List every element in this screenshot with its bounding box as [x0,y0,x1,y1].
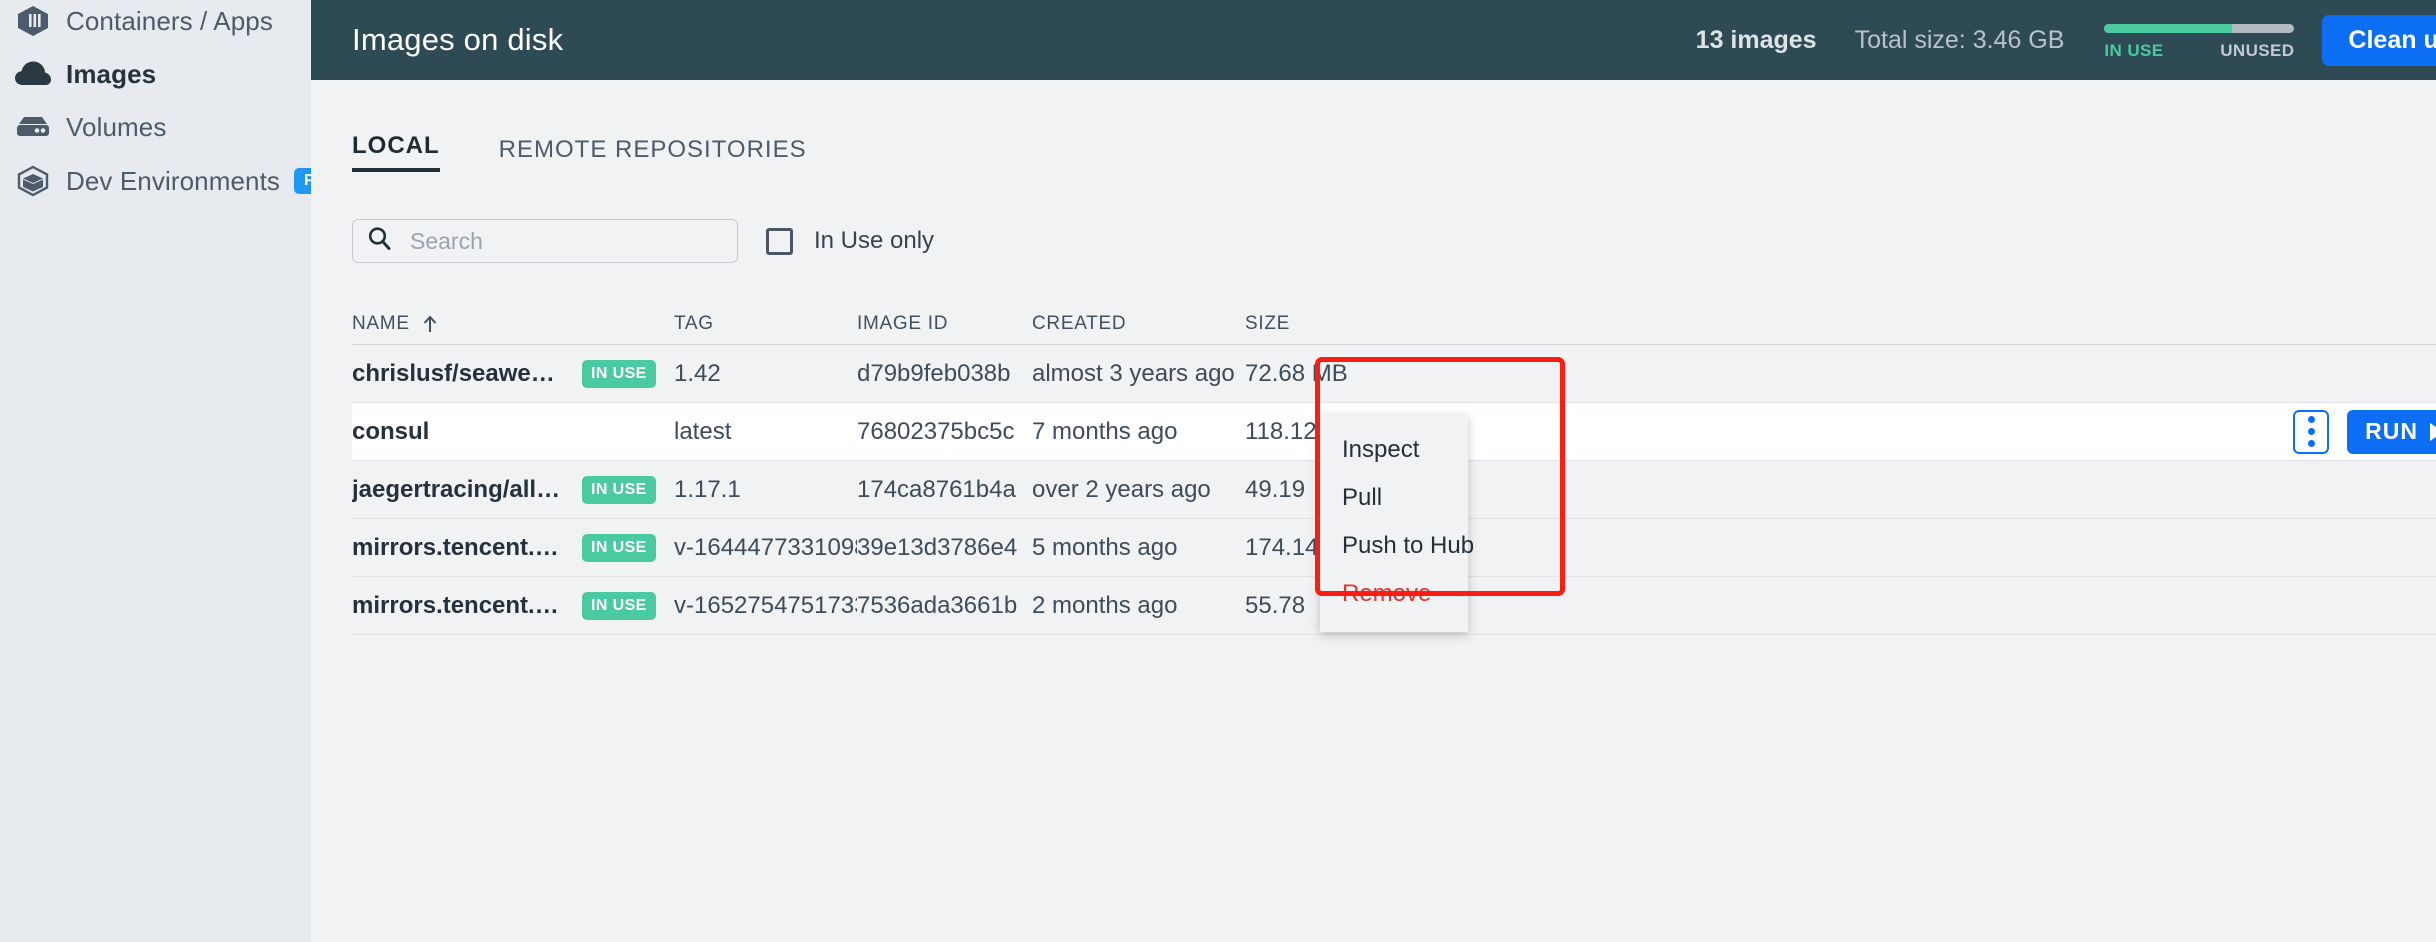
in-use-only-checkbox[interactable] [766,227,793,255]
context-menu-item-inspect[interactable]: Inspect [1320,426,1468,474]
image-name: consul [352,417,430,445]
search-box[interactable] [352,219,738,263]
cell-image-id: 39e13d3786e4 [857,533,1018,561]
page-header: Images on disk 13 images Total size: 3.4… [311,0,2436,80]
kebab-dot-icon [2307,416,2315,423]
tab-local[interactable]: LOCAL [352,132,440,172]
in-use-badge: IN USE [582,359,656,388]
in-use-badge: IN USE [582,533,656,562]
cell-created: almost 3 years ago [1032,359,1235,387]
image-name: chrislusf/seaweedfs [352,359,566,387]
image-name: mirrors.tencent.com/c... [352,591,566,619]
context-menu-item-remove[interactable]: Remove [1320,570,1468,618]
cell-name: jaegertracing/all-in-one IN USE [352,475,674,504]
cell-tag: 1.17.1 [674,475,741,503]
cell-image-id: 76802375bc5c [857,417,1015,445]
cell-created: over 2 years ago [1032,475,1211,503]
search-input[interactable] [408,226,723,256]
cell-size: 72.68 MB [1245,359,1348,387]
sidebar-item-containers-apps[interactable]: Containers / Apps [0,0,311,47]
cell-name: mirrors.tencent.com/c... IN USE [352,591,674,620]
kebab-dot-icon [2307,440,2315,447]
filter-bar: In Use only [352,219,2436,263]
usage-legend: IN USE UNUSED [2104,41,2294,61]
table-header-row: NAME TAG IMAGE ID CREATED SIZE [352,303,2436,345]
clean-up-button[interactable]: Clean up [2322,14,2436,66]
cell-name: consul [352,418,674,446]
run-button-label: RUN [2365,418,2418,444]
total-size: Total size: 3.46 GB [1854,25,2065,54]
run-button[interactable]: RUN [2347,409,2436,454]
cell-name: mirrors.tencent.com/c... IN USE [352,533,674,562]
sidebar-item-dev-environments[interactable]: Dev Environments PREVIEW [0,155,393,207]
volume-icon [14,108,52,146]
column-header-name[interactable]: NAME [352,313,674,335]
column-header-label: NAME [352,312,410,334]
context-menu-item-pull[interactable]: Pull [1320,474,1468,522]
sort-ascending-icon [422,315,438,333]
cell-tag: 1.42 [674,359,721,387]
sidebar-item-label: Volumes [66,111,167,142]
column-header-size[interactable]: SIZE [1245,313,1445,335]
sidebar-item-images[interactable]: Images [0,48,311,100]
usage-label-unused: UNUSED [2220,40,2295,60]
docker-desktop-window: Containers / Apps Images Volumes Dev Env… [0,0,2436,942]
image-name: mirrors.tencent.com/c... [352,533,566,561]
play-icon [2430,422,2436,441]
usage-bar-in-use-fill [2104,23,2232,33]
cell-image-id: d79b9feb038b [857,359,1011,387]
table-row[interactable]: chrislusf/seaweedfs IN USE 1.42 d79b9feb… [352,345,2436,403]
usage-label-in-use: IN USE [2104,40,2164,60]
image-count: 13 images [1695,25,1817,54]
tab-remote-repositories[interactable]: REMOTE REPOSITORIES [499,136,807,172]
container-icon [14,2,52,40]
cloud-icon [14,55,52,93]
sidebar-item-label: Images [66,58,157,89]
tab-bar: LOCAL REMOTE REPOSITORIES [352,80,2436,172]
column-header-tag[interactable]: TAG [674,313,857,335]
cube-icon [14,162,52,200]
cell-tag: v-1652754751733 [674,591,857,619]
sidebar-item-label: Containers / Apps [66,5,273,36]
search-icon [367,226,392,256]
main-panel: Images on disk 13 images Total size: 3.4… [311,0,2436,942]
cell-created: 5 months ago [1032,533,1178,561]
in-use-badge: IN USE [582,475,656,504]
cell-created: 2 months ago [1032,591,1178,619]
column-header-created[interactable]: CREATED [1032,313,1245,335]
sidebar: Containers / Apps Images Volumes Dev Env… [0,0,393,942]
cell-created: 7 months ago [1032,417,1178,445]
kebab-dot-icon [2307,428,2315,435]
row-action-cluster: RUN [2293,409,2436,454]
disk-usage-meter: IN USE UNUSED [2104,20,2295,61]
cell-tag: v-1644477331098 [674,533,857,561]
in-use-only-label: In Use only [814,227,935,254]
context-menu-item-push-to-hub[interactable]: Push to Hub [1320,522,1474,570]
cell-image-id: 174ca8761b4a [857,475,1016,503]
cell-image-id: 7536ada3661b [857,591,1018,619]
header-stats: 13 images Total size: 3.46 GB IN USE UNU… [1696,0,2436,80]
cell-tag: latest [674,417,732,445]
in-use-badge: IN USE [582,591,656,620]
row-context-menu: Inspect Pull Push to Hub Remove [1320,414,1474,632]
column-header-image-id[interactable]: IMAGE ID [857,313,1032,335]
more-actions-button[interactable] [2293,409,2330,454]
cell-name: chrislusf/seaweedfs IN USE [352,359,674,388]
sidebar-item-volumes[interactable]: Volumes [0,101,311,153]
image-name: jaegertracing/all-in-one [352,475,566,503]
page-title: Images on disk [352,22,564,57]
usage-bar [2104,23,2295,33]
sidebar-item-label: Dev Environments [66,165,281,196]
in-use-only-filter[interactable]: In Use only [766,227,934,255]
